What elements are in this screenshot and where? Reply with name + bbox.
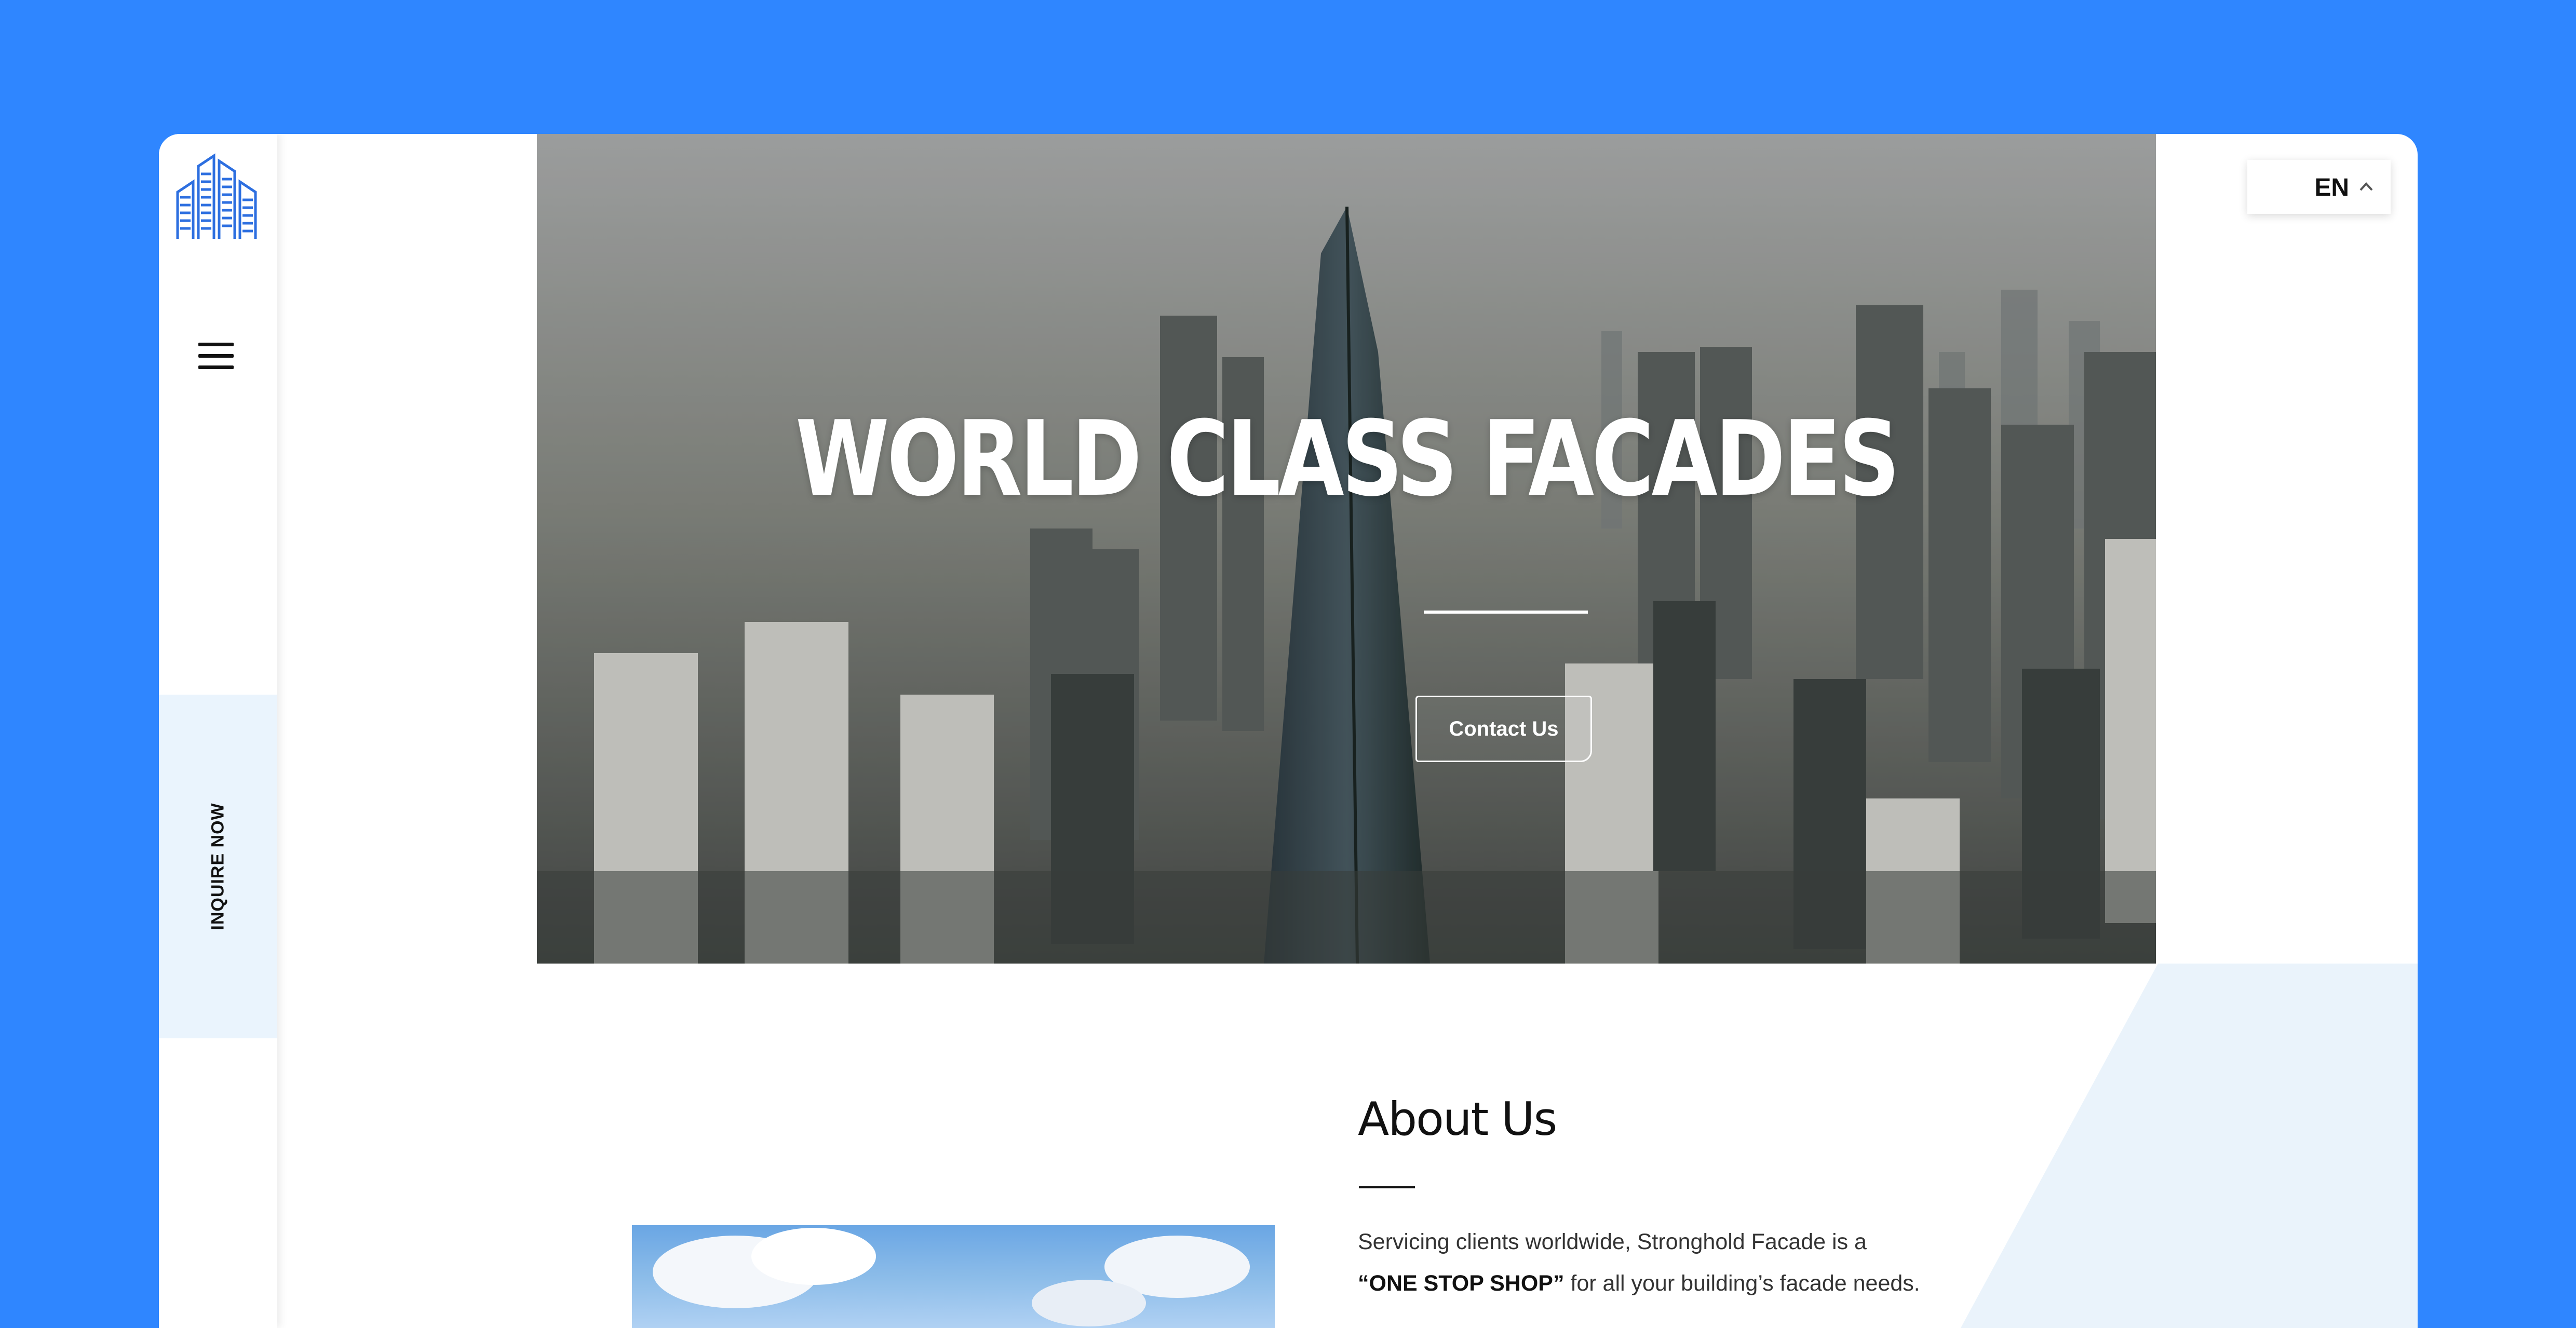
- contact-us-button[interactable]: Contact Us: [1415, 696, 1592, 762]
- hero-title: WORLD CLASS FACADES: [795, 399, 1900, 520]
- city-skyline-image: [537, 134, 2156, 964]
- about-title: About Us: [1358, 1092, 1557, 1146]
- hamburger-menu-icon[interactable]: [198, 343, 234, 370]
- building-logo-icon[interactable]: [172, 151, 261, 244]
- about-text-bold: “ONE STOP SHOP”: [1358, 1271, 1565, 1296]
- decorative-shape: [1961, 964, 2418, 1328]
- hero-banner: WORLD CLASS FACADES Contact Us: [537, 134, 2156, 964]
- inquire-now-button[interactable]: INQUIRE NOW: [159, 695, 277, 1038]
- about-text-part2: for all your building’s facade needs.: [1564, 1271, 1920, 1296]
- language-label: EN: [2314, 174, 2349, 201]
- about-divider: [1359, 1186, 1415, 1188]
- browser-window: INQUIRE NOW WORLD CLASS FACADES Contact …: [159, 134, 2418, 1328]
- about-image: [632, 1225, 1275, 1328]
- about-text-part1: Servicing clients worldwide, Stronghold …: [1358, 1229, 1867, 1254]
- hero-divider: [1424, 611, 1588, 614]
- inquire-now-label: INQUIRE NOW: [208, 803, 228, 930]
- language-selector[interactable]: EN: [2247, 160, 2391, 214]
- sidebar: INQUIRE NOW: [159, 134, 277, 1328]
- about-description: Servicing clients worldwide, Stronghold …: [1358, 1221, 1955, 1304]
- chevron-up-icon: [2357, 179, 2375, 194]
